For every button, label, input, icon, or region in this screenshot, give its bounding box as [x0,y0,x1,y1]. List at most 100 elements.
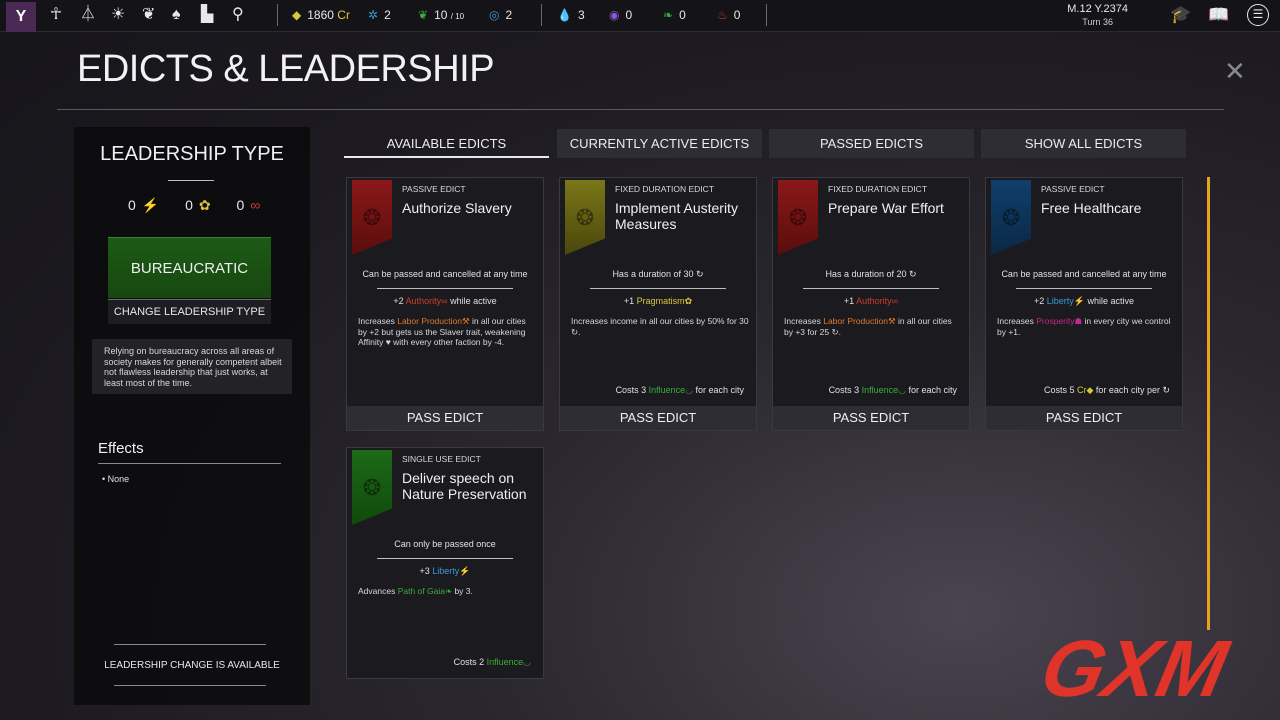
flame-value: 0 [733,8,741,22]
edict-kind: PASSIVE EDICT [402,184,466,194]
edict-card[interactable]: ❂ PASSIVE EDICT Authorize Slavery Can be… [346,177,544,431]
science-value: 2 [384,8,391,22]
tab-show-all-edicts[interactable]: SHOW ALL EDICTS [981,129,1186,158]
date-label: M.12 Y.2374 [1067,3,1128,15]
cost-highlight: Influence [861,385,899,395]
edict-banner-icon: ❂ [565,180,605,255]
graduation-cap-icon[interactable]: 🎓 [1170,5,1191,25]
divider [114,644,266,645]
resource-flame[interactable]: ♨ 0 [717,8,740,22]
triforce-icon[interactable]: ⏃ [80,5,96,25]
resource-science[interactable]: ✲ 2 [368,8,391,22]
edicts-scrollbar[interactable] [1207,177,1210,630]
authority-count: 0 [236,197,245,213]
resource-credits[interactable]: ◆ 1860 Cr [292,8,350,22]
resource-swirl[interactable]: ◎ 2 [489,8,512,22]
bonus-prefix: +2 [1033,296,1047,306]
edict-card[interactable]: ❂ PASSIVE EDICT Free Healthcare Can be p… [985,177,1183,431]
resource-eye[interactable]: ◉ 0 [609,8,632,22]
divider [277,4,278,26]
edict-banner-icon: ❂ [991,180,1031,255]
drop-icon: 💧 [557,8,572,22]
cost-prefix: Costs 5 [1043,385,1077,395]
swirl-icon: ◎ [489,8,500,22]
resource-laurel[interactable]: ❦ 10 / 10 [418,8,464,22]
divider [590,288,726,289]
edict-bonus: +2 Liberty⚡ while active [986,296,1182,307]
effect-prefix: Increases [358,316,398,326]
edict-cost: Costs 5 Cr◆ for each city per ↻ [1044,385,1170,396]
page-title: EDICTS & LEADERSHIP [77,48,495,90]
edict-card[interactable]: ❂ FIXED DURATION EDICT Implement Austeri… [559,177,757,431]
svg-text:GXM: GXM [1035,625,1236,714]
influence-icon: ◡ [685,385,693,395]
effect-prefix: Increases [997,316,1037,326]
resource-leaf[interactable]: ❧ 0 [663,8,686,22]
book-icon[interactable]: 📖 [1208,5,1229,25]
edict-condition: Has a duration of 20 ↻ [825,269,917,279]
bonus-prefix: +1 [623,296,637,306]
change-leadership-button[interactable]: CHANGE LEADERSHIP TYPE [108,299,271,324]
effect-highlight: Path of Gaia [397,586,445,596]
effect-highlight: Labor Production [823,316,888,326]
edict-title: Free Healthcare [1041,200,1142,216]
game-date: M.12 Y.2374 Turn 36 [1067,3,1128,29]
idea-icon[interactable]: ☀ [111,5,125,25]
divider [377,558,513,559]
tab-passed-edicts[interactable]: PASSED EDICTS [769,129,974,158]
effect-highlight: Labor Production [397,316,462,326]
pass-edict-button[interactable]: PASS EDICT [560,406,756,430]
title-divider [57,109,1224,110]
edict-card[interactable]: ❂ FIXED DURATION EDICT Prepare War Effor… [772,177,970,431]
search-icon[interactable]: ⚲ [232,5,244,25]
effect-prefix: Increases [784,316,824,326]
leadership-availability: LEADERSHIP CHANGE IS AVAILABLE [104,660,280,671]
cost-highlight: Cr [1077,385,1087,395]
bonus-prefix: +2 [393,296,406,306]
leaf-icon: ❧ [663,8,674,22]
divider [114,685,266,686]
edict-cost: Costs 3 Influence◡ for each city [829,385,957,396]
authority-icon: ∞ [250,197,261,213]
credits-unit: Cr [337,8,350,22]
logo-glyph: Y [15,8,27,25]
tab-available-edicts[interactable]: AVAILABLE EDICTS [344,129,549,158]
cost-highlight: Influence [486,657,524,667]
divider [168,180,214,181]
bonus-highlight: Authority [856,296,892,306]
laurel-nav-icon[interactable]: ❦ [142,5,155,25]
tab-currently-active-edicts[interactable]: CURRENTLY ACTIVE EDICTS [557,129,762,158]
pass-edict-button[interactable]: PASS EDICT [986,406,1182,430]
laurel-max: / 10 [450,12,465,21]
diamond-icon: ◆ [292,8,302,22]
leaf-value: 0 [679,8,686,22]
liberty-icon: ⚡ [1073,296,1085,306]
edict-card[interactable]: ❂ SINGLE USE EDICT Deliver speech on Nat… [346,447,544,679]
main-menu-button[interactable]: ☰ [1247,4,1269,26]
spade-icon[interactable]: ♠ [172,5,181,25]
divider [766,4,767,26]
pass-edict-button[interactable]: PASS EDICT [773,406,969,430]
edict-effect: Increases income in all our cities by 50… [571,316,749,337]
liberty-icon: ⚡ [459,566,471,576]
faction-logo-icon[interactable]: Y [6,2,36,32]
population-icon[interactable]: ☥ [50,5,62,25]
authority-icon: ∞ [891,296,899,306]
swirl-value: 2 [505,8,513,22]
edict-banner-icon: ❂ [352,450,392,525]
bonus-highlight: Pragmatism [636,296,685,306]
resource-drop[interactable]: 💧 3 [557,8,585,22]
effect-prefix: Advances [358,586,398,596]
effects-list-item: • None [102,474,130,484]
close-icon[interactable]: ✕ [1224,56,1246,87]
liberty-count: 0 [128,197,136,213]
pass-edict-button[interactable]: PASS EDICT [347,406,543,430]
pragmatism-icon: ✿ [198,197,211,213]
city-icon[interactable]: ▙ [201,5,213,25]
edict-kind: SINGLE USE EDICT [402,454,481,464]
edict-effect: Advances Path of Gaia❧ by 3. [358,586,536,597]
cost-prefix: Costs 3 [828,385,862,395]
credits-value: 1860 [307,8,334,22]
divider [377,288,513,289]
bonus-highlight: Liberty [432,566,460,576]
